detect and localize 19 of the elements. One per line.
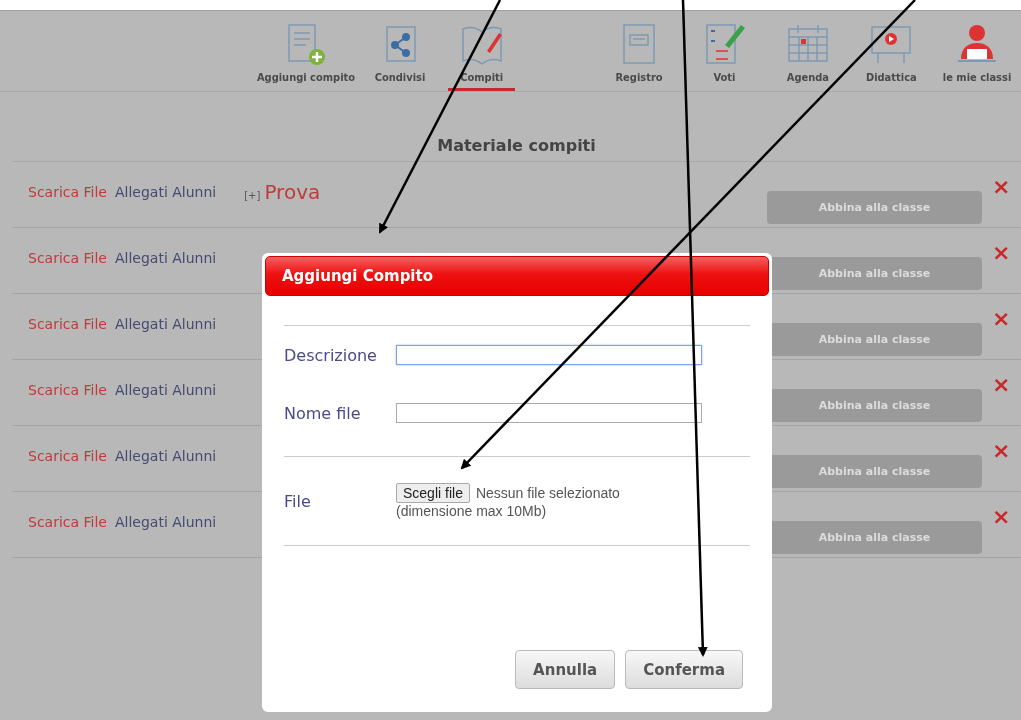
- section-heading: Materiale compiti: [12, 136, 1021, 162]
- dialog-title: Aggiungi Compito: [265, 256, 769, 296]
- toolbar-tab[interactable]: le mie classi: [930, 71, 1021, 91]
- field-label: File: [284, 491, 312, 511]
- input-field[interactable]: [396, 403, 702, 423]
- toolbar-tab[interactable]: Compiti: [448, 71, 516, 91]
- toolbar-tab[interactable]: Voti: [701, 71, 748, 91]
- input-field[interactable]: [396, 345, 702, 365]
- dialog-button[interactable]: Annulla: [515, 650, 616, 689]
- field-label: Descrizione: [284, 345, 378, 365]
- dialog-button[interactable]: Conferma: [625, 650, 743, 689]
- field-label: Nome file: [284, 403, 362, 423]
- file-status: Nessun file selezionato: [475, 485, 620, 501]
- choose-file-button[interactable]: Scegli file: [396, 483, 470, 503]
- toolbar-tab[interactable]: Agenda: [774, 71, 841, 91]
- task-title: Prova: [264, 180, 321, 204]
- toolbar-tab[interactable]: Registro: [603, 71, 675, 91]
- file-size-hint: (dimensione max 10Mb): [396, 503, 548, 519]
- toolbar-tab[interactable]: Didattica: [853, 71, 929, 91]
